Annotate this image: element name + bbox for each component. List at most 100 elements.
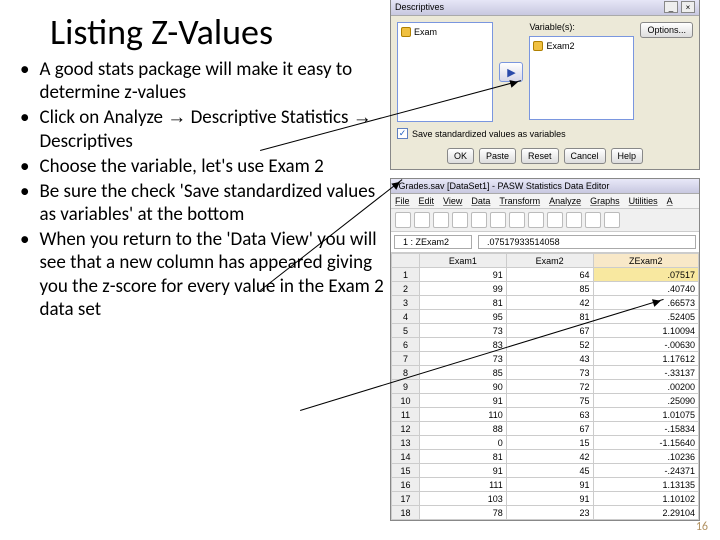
cell[interactable]: 91	[506, 478, 593, 492]
tool-icon[interactable]	[566, 212, 582, 228]
cell[interactable]: 111	[420, 478, 507, 492]
cell[interactable]: 90	[420, 380, 507, 394]
cell[interactable]: 42	[506, 450, 593, 464]
menu-data[interactable]: Data	[471, 196, 490, 206]
cell[interactable]: 83	[420, 338, 507, 352]
toolbar[interactable]	[391, 209, 699, 232]
cell-value[interactable]: .07517933514058	[478, 235, 696, 249]
cell[interactable]: 1.10094	[593, 324, 698, 338]
tool-icon[interactable]	[509, 212, 525, 228]
cell-ref[interactable]: 1 : ZExam2	[394, 235, 472, 249]
row-header[interactable]: 13	[392, 436, 420, 450]
reset-button[interactable]: Reset	[521, 148, 559, 164]
checkbox-icon[interactable]: ✓	[397, 128, 408, 139]
cell[interactable]: 73	[420, 324, 507, 338]
cell[interactable]: -.00630	[593, 338, 698, 352]
cell[interactable]: 103	[420, 492, 507, 506]
tool-icon[interactable]	[414, 212, 430, 228]
tool-icon[interactable]	[547, 212, 563, 228]
menu-a[interactable]: A	[667, 196, 673, 206]
tool-icon[interactable]	[585, 212, 601, 228]
row-header[interactable]: 15	[392, 464, 420, 478]
cell[interactable]: 73	[506, 366, 593, 380]
save-standardized-row[interactable]: ✓ Save standardized values as variables	[391, 128, 699, 143]
list-item[interactable]: Exam	[401, 26, 489, 38]
data-grid[interactable]: Exam1Exam2ZExam219164.0751729985.4074038…	[391, 253, 699, 520]
source-listbox[interactable]: Exam	[397, 22, 493, 122]
cell[interactable]: 85	[506, 282, 593, 296]
row-header[interactable]: 1	[392, 268, 420, 282]
cell[interactable]: 52	[506, 338, 593, 352]
cell[interactable]: 1.01075	[593, 408, 698, 422]
cell[interactable]: 15	[506, 436, 593, 450]
tool-icon[interactable]	[528, 212, 544, 228]
cell[interactable]: 81	[420, 296, 507, 310]
row-header[interactable]: 17	[392, 492, 420, 506]
row-header[interactable]: 10	[392, 394, 420, 408]
tool-icon[interactable]	[604, 212, 620, 228]
row-header[interactable]: 18	[392, 506, 420, 520]
cell[interactable]: 64	[506, 268, 593, 282]
row-header[interactable]: 7	[392, 352, 420, 366]
cell[interactable]: -.24371	[593, 464, 698, 478]
cell[interactable]: 91	[420, 394, 507, 408]
cell[interactable]: .66573	[593, 296, 698, 310]
cell[interactable]: 1.13135	[593, 478, 698, 492]
cell[interactable]: 1.17612	[593, 352, 698, 366]
cell[interactable]: .40740	[593, 282, 698, 296]
row-header[interactable]: 5	[392, 324, 420, 338]
row-header[interactable]: 4	[392, 310, 420, 324]
tool-icon[interactable]	[433, 212, 449, 228]
cell[interactable]: 110	[420, 408, 507, 422]
cell[interactable]: 45	[506, 464, 593, 478]
close-icon[interactable]: ×	[681, 1, 695, 13]
tool-icon[interactable]	[490, 212, 506, 228]
cell[interactable]: -.33137	[593, 366, 698, 380]
cell[interactable]: 67	[506, 422, 593, 436]
cell[interactable]: 1.10102	[593, 492, 698, 506]
cell[interactable]: .00200	[593, 380, 698, 394]
paste-button[interactable]: Paste	[479, 148, 516, 164]
menu-bar[interactable]: FileEditViewDataTransformAnalyzeGraphsUt…	[391, 194, 699, 209]
row-header[interactable]: 14	[392, 450, 420, 464]
menu-view[interactable]: View	[443, 196, 462, 206]
col-header[interactable]: Exam1	[420, 254, 507, 268]
row-header[interactable]: 16	[392, 478, 420, 492]
menu-transform[interactable]: Transform	[499, 196, 540, 206]
cell[interactable]: -.15834	[593, 422, 698, 436]
col-header[interactable]: ZExam2	[593, 254, 698, 268]
cell[interactable]: 0	[420, 436, 507, 450]
target-listbox[interactable]: Exam2	[529, 36, 634, 120]
cell[interactable]: 91	[420, 464, 507, 478]
row-header[interactable]: 2	[392, 282, 420, 296]
cell[interactable]: 63	[506, 408, 593, 422]
menu-graphs[interactable]: Graphs	[590, 196, 620, 206]
row-header[interactable]: 12	[392, 422, 420, 436]
menu-utilities[interactable]: Utilities	[629, 196, 658, 206]
cell[interactable]: 85	[420, 366, 507, 380]
cell[interactable]: 72	[506, 380, 593, 394]
cell[interactable]: .07517	[593, 268, 698, 282]
menu-edit[interactable]: Edit	[419, 196, 435, 206]
col-header[interactable]: Exam2	[506, 254, 593, 268]
cell[interactable]: 81	[420, 450, 507, 464]
cell[interactable]: 95	[420, 310, 507, 324]
help-button[interactable]: Help	[611, 148, 644, 164]
cell[interactable]: 91	[506, 492, 593, 506]
menu-analyze[interactable]: Analyze	[549, 196, 581, 206]
cell[interactable]: 2.29104	[593, 506, 698, 520]
cancel-button[interactable]: Cancel	[564, 148, 606, 164]
cell[interactable]: 99	[420, 282, 507, 296]
row-header[interactable]: 11	[392, 408, 420, 422]
tool-icon[interactable]	[395, 212, 411, 228]
row-header[interactable]: 3	[392, 296, 420, 310]
list-item[interactable]: Exam2	[533, 40, 630, 52]
cell[interactable]: 23	[506, 506, 593, 520]
tool-icon[interactable]	[452, 212, 468, 228]
tool-icon[interactable]	[471, 212, 487, 228]
cell[interactable]: -1.15640	[593, 436, 698, 450]
cell[interactable]: .25090	[593, 394, 698, 408]
cell[interactable]: 43	[506, 352, 593, 366]
cell[interactable]: 42	[506, 296, 593, 310]
cell[interactable]: .10236	[593, 450, 698, 464]
